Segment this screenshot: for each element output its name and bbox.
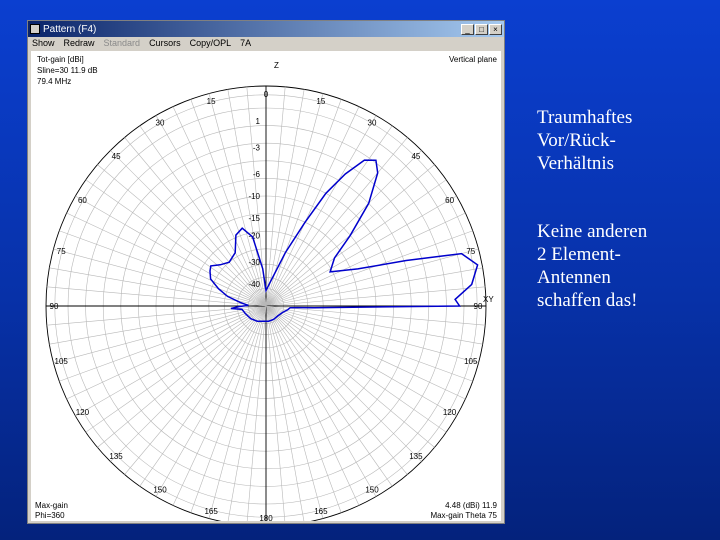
angle-label: 150: [365, 486, 379, 495]
menu-standard[interactable]: Standard: [104, 38, 141, 48]
z-axis-label: Z: [274, 61, 279, 70]
scale-info: Sline=30 11.9 dB: [37, 66, 98, 75]
menu-bar: Show Redraw Standard Cursors Copy/OPL 7A: [28, 37, 504, 49]
ring-label: -30: [248, 258, 260, 267]
slogan-line: Traumhaftes: [537, 107, 633, 128]
angle-label: 60: [78, 196, 87, 205]
grid-spoke: [265, 106, 360, 307]
grid-spoke: [66, 305, 267, 400]
grid-spoke: [66, 212, 267, 307]
angle-label: 120: [443, 408, 457, 417]
angle-label: 60: [445, 196, 454, 205]
grid-spoke: [172, 106, 267, 307]
polar-pattern-plot[interactable]: 1 -3 -6 -10 -15 -20 -30 -40 0 15 30 45 60 75 90 105 120 1…: [31, 51, 501, 527]
grid-spoke: [265, 212, 466, 307]
grid-spoke: [265, 305, 473, 382]
menu-redraw[interactable]: Redraw: [64, 38, 95, 48]
max-gain-label: Max-gain: [35, 501, 68, 510]
grid-spoke: [265, 305, 324, 519]
angle-label: 105: [464, 357, 478, 366]
ring-label: -20: [248, 232, 260, 241]
angle-label: 180: [259, 514, 273, 521]
angle-label: 165: [204, 507, 218, 516]
menu-cursors[interactable]: Cursors: [149, 38, 181, 48]
polar-plot-area[interactable]: 1 -3 -6 -10 -15 -20 -30 -40 0 15 30 45 60 75 90 105 120 1…: [31, 51, 501, 527]
grid-spoke: [265, 305, 479, 364]
grid-spoke: [46, 286, 267, 307]
grid-spoke: [190, 305, 267, 513]
menu-copy-opl[interactable]: Copy/OPL: [190, 38, 232, 48]
grid-spoke: [208, 305, 267, 519]
grid-spoke: [265, 230, 473, 307]
grid-spoke: [246, 305, 267, 526]
window-title: Pattern (F4): [43, 23, 97, 35]
gain-value: 4.48 (dBi) 11.9: [445, 501, 497, 510]
max-gain-theta: Max-gain Theta 75: [430, 511, 497, 520]
app-icon: [30, 24, 40, 34]
angle-label: 135: [409, 452, 423, 461]
close-button[interactable]: ×: [489, 23, 502, 35]
angle-label: 15: [316, 97, 325, 106]
xy-axis-label: XY: [483, 295, 494, 304]
angle-label: 90: [50, 302, 59, 311]
grid-spoke: [265, 248, 479, 307]
grid-spoke: [265, 305, 360, 506]
slogan-line: Verhältnis: [537, 153, 615, 174]
pattern-window: Pattern (F4) _ □ × Show Redraw Standard …: [27, 20, 505, 527]
grid-spoke: [59, 305, 267, 382]
angle-label: 30: [368, 118, 377, 127]
grid-spoke: [53, 305, 267, 364]
angle-label: 165: [314, 507, 328, 516]
angle-label: 0: [264, 90, 269, 99]
grid-spoke: [265, 305, 466, 400]
angle-label: 15: [207, 97, 216, 106]
angle-label: 135: [109, 452, 123, 461]
maximize-button[interactable]: □: [475, 23, 488, 35]
angle-label: 45: [411, 152, 420, 161]
slogan-line: Antennen: [537, 267, 611, 288]
slogan-line: Vor/Rück-: [537, 130, 616, 151]
ring-label: -6: [253, 170, 261, 179]
title-bar[interactable]: Pattern (F4) _ □ ×: [28, 21, 504, 37]
angle-label: 105: [55, 357, 69, 366]
menu-7a[interactable]: 7A: [240, 38, 251, 48]
ring-label: -10: [248, 192, 260, 201]
plane-label: Vertical plane: [449, 55, 498, 64]
grid-spoke: [190, 99, 267, 307]
angle-label: 45: [112, 152, 121, 161]
slogan-block-1: Traumhaftes Vor/Rück- Verhältnis: [537, 106, 707, 175]
angle-label: 90: [474, 302, 483, 311]
minimize-button[interactable]: _: [461, 23, 474, 35]
grid-spoke: [265, 99, 342, 307]
angle-label: 150: [153, 486, 167, 495]
phi-label: Phi=360: [35, 511, 65, 520]
ring-label: 1: [256, 117, 261, 126]
ring-label: -40: [248, 280, 260, 289]
grid-spoke: [265, 305, 486, 326]
grid-spoke: [53, 248, 267, 307]
gain-title: Tot-gain [dBi]: [37, 55, 84, 64]
angle-label: 75: [466, 247, 475, 256]
slogan-line: schaffen das!: [537, 290, 638, 311]
menu-show[interactable]: Show: [32, 38, 55, 48]
slogan-line: 2 Element-: [537, 244, 621, 265]
slogan-line: Keine anderen: [537, 221, 648, 242]
frequency-info: 79.4 MHz: [37, 77, 71, 86]
angle-label: 75: [57, 247, 66, 256]
grid-spoke: [172, 305, 267, 506]
slogan-block-2: Keine anderen 2 Element- Antennen schaff…: [537, 220, 707, 312]
grid-spoke: [265, 305, 286, 526]
grid-spoke: [265, 286, 486, 307]
angle-label: 120: [76, 408, 90, 417]
ring-label: -3: [253, 144, 261, 153]
grid-spoke: [265, 305, 342, 513]
angle-label: 30: [156, 118, 165, 127]
ring-label: -15: [248, 214, 260, 223]
